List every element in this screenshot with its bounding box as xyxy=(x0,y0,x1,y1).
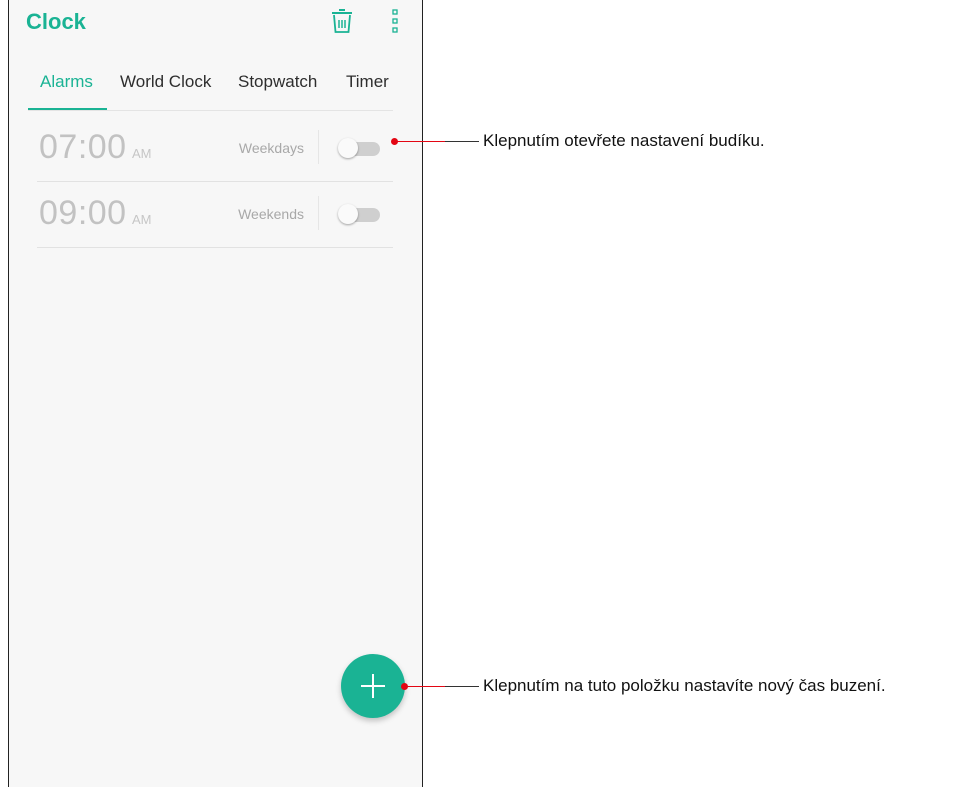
alarm-toggle[interactable] xyxy=(338,204,380,224)
divider xyxy=(318,196,319,230)
tab-world-clock[interactable]: World Clock xyxy=(120,72,211,92)
plus-icon xyxy=(372,674,374,698)
callout-alarm-settings: Klepnutím otevřete nastavení budíku. xyxy=(483,131,765,150)
app-title: Clock xyxy=(26,9,86,34)
alarm-ampm: AM xyxy=(132,146,152,161)
alarm-repeat-days: Weekdays xyxy=(238,140,304,156)
alarm-time: 09:00 xyxy=(39,194,127,232)
alarm-ampm: AM xyxy=(132,212,152,227)
toggle-thumb xyxy=(338,138,358,158)
toggle-thumb xyxy=(338,204,358,224)
add-alarm-button[interactable] xyxy=(341,654,405,718)
divider xyxy=(318,130,319,164)
callout-line xyxy=(445,686,479,687)
tabs-divider xyxy=(28,110,393,111)
callout-line xyxy=(445,141,479,142)
phone-screen: Clock Alarms World Clock Stopwatch Timer… xyxy=(8,0,423,787)
tab-timer[interactable]: Timer xyxy=(346,72,389,92)
trash-icon[interactable] xyxy=(331,8,353,34)
tab-alarms[interactable]: Alarms xyxy=(40,72,93,92)
callout-line xyxy=(405,686,445,687)
callout-line xyxy=(395,141,445,142)
alarm-repeat-days: Weekends xyxy=(238,206,304,222)
callout-add-alarm: Klepnutím na tuto položku nastavíte nový… xyxy=(483,676,886,695)
alarm-row[interactable]: 07:00 AM Weekdays xyxy=(37,116,393,182)
more-vert-icon[interactable] xyxy=(392,9,398,33)
alarm-time: 07:00 xyxy=(39,128,127,166)
alarm-row[interactable]: 09:00 AM Weekends xyxy=(37,182,393,248)
tab-stopwatch[interactable]: Stopwatch xyxy=(238,72,317,92)
alarm-toggle[interactable] xyxy=(338,138,380,158)
tab-bar: Alarms World Clock Stopwatch Timer xyxy=(9,72,422,112)
